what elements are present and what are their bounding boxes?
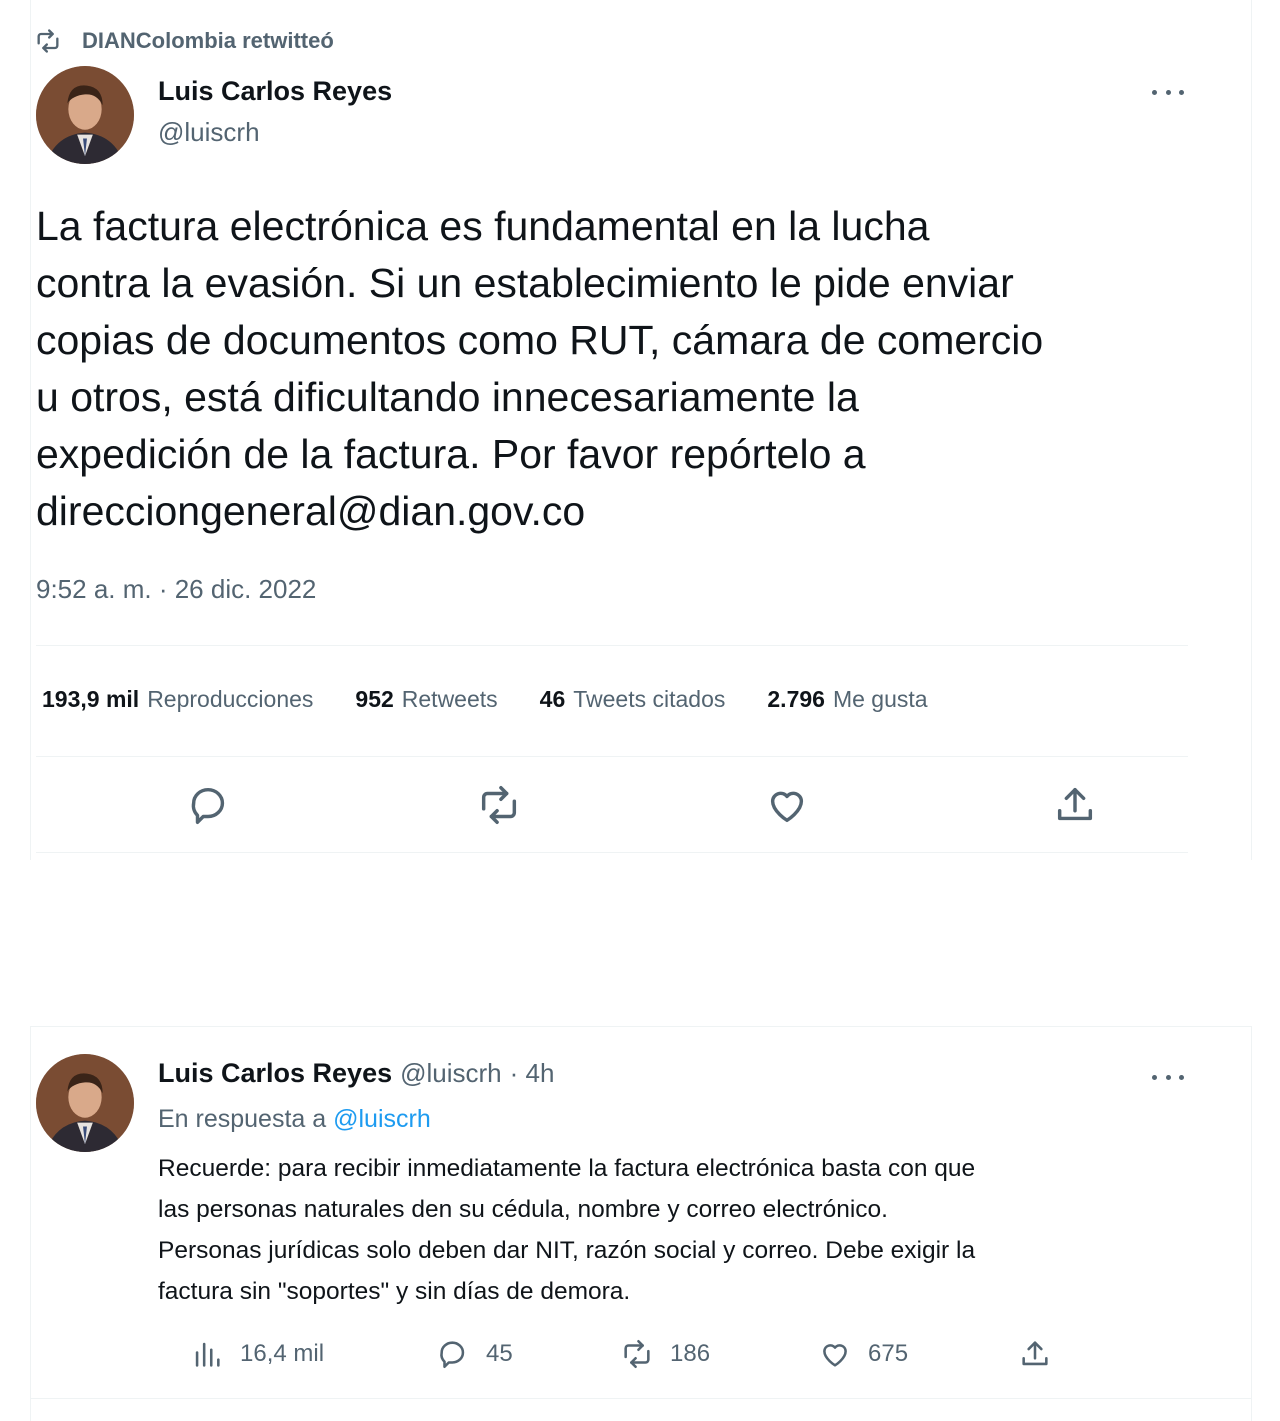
reply-icon[interactable] (186, 782, 232, 828)
views-count: 16,4 mil (240, 1340, 325, 1367)
tweet-actions (0, 782, 1280, 832)
share-icon (1022, 1341, 1048, 1366)
retweet-context[interactable]: DIANColombia retwitteó (34, 26, 334, 56)
avatar[interactable] (36, 1054, 134, 1152)
stat-label: Tweets citados (573, 686, 726, 712)
author-name[interactable]: Luis Carlos Reyes (158, 1058, 392, 1089)
reply-to-link[interactable]: @luiscrh (333, 1105, 431, 1133)
divider (36, 852, 1188, 853)
reply-icon (440, 1341, 465, 1369)
tweet-text: La factura electrónica es fundamental en… (36, 203, 1044, 534)
divider (30, 1398, 1252, 1399)
like-icon (823, 1344, 847, 1367)
views-button[interactable]: 16,4 mil (190, 1334, 324, 1374)
stat-quotes[interactable]: 46 Tweets citados (540, 686, 726, 713)
tweet-stats: 193,9 mil Reproducciones 952 Retweets 46 Tw… (42, 686, 970, 713)
divider (36, 756, 1188, 757)
like-count: 675 (868, 1340, 909, 1367)
divider (36, 645, 1188, 646)
retweet-context-label: DIANColombia retwitteó (82, 28, 334, 53)
stat-retweets[interactable]: 952 Retweets (355, 686, 497, 713)
avatar[interactable] (36, 66, 134, 164)
stat-value: 46 (539, 686, 566, 712)
author-name[interactable]: Luis Carlos Reyes (158, 76, 392, 107)
stat-value: 193,9 mil (42, 686, 140, 712)
like-button[interactable]: 675 (818, 1334, 908, 1374)
like-icon[interactable] (764, 782, 810, 828)
retweet-icon[interactable] (476, 782, 522, 828)
share-button[interactable] (1018, 1334, 1068, 1374)
reply-context: En respuesta a @luiscrh (158, 1105, 431, 1134)
stat-label: Retweets (401, 686, 498, 712)
tweet-header: Luis Carlos Reyes @luiscrh · 4h (158, 1058, 554, 1089)
analytics-icon (195, 1342, 220, 1367)
stat-label: Reproducciones (147, 686, 314, 712)
more-options-icon[interactable] (1152, 1067, 1184, 1087)
retweet-icon (37, 29, 59, 53)
stat-views[interactable]: 193,9 mil Reproducciones (42, 686, 313, 713)
author-handle[interactable]: @luiscrh (400, 1058, 502, 1089)
author-handle[interactable]: @luiscrh (158, 117, 260, 148)
retweet-button[interactable]: 186 (620, 1334, 710, 1374)
tweet-timestamp[interactable]: 9:52 a. m. · 26 dic. 2022 (36, 574, 316, 605)
stat-label: Me gusta (832, 686, 928, 712)
reply-button[interactable]: 45 (436, 1334, 513, 1374)
stat-value: 952 (355, 686, 394, 712)
stat-value: 2.796 (767, 686, 825, 712)
retweet-icon (624, 1339, 650, 1369)
more-options-icon[interactable] (1152, 82, 1184, 102)
reply-prefix: En respuesta a (158, 1105, 327, 1133)
tweet-text: Recuerde: para recibir inmediatamente la… (158, 1155, 976, 1305)
retweet-count: 186 (670, 1340, 711, 1367)
share-icon[interactable] (1052, 782, 1098, 828)
time-ago[interactable]: · 4h (510, 1058, 555, 1089)
reply-count: 45 (486, 1340, 513, 1367)
stat-likes[interactable]: 2.796 Me gusta (767, 686, 927, 713)
